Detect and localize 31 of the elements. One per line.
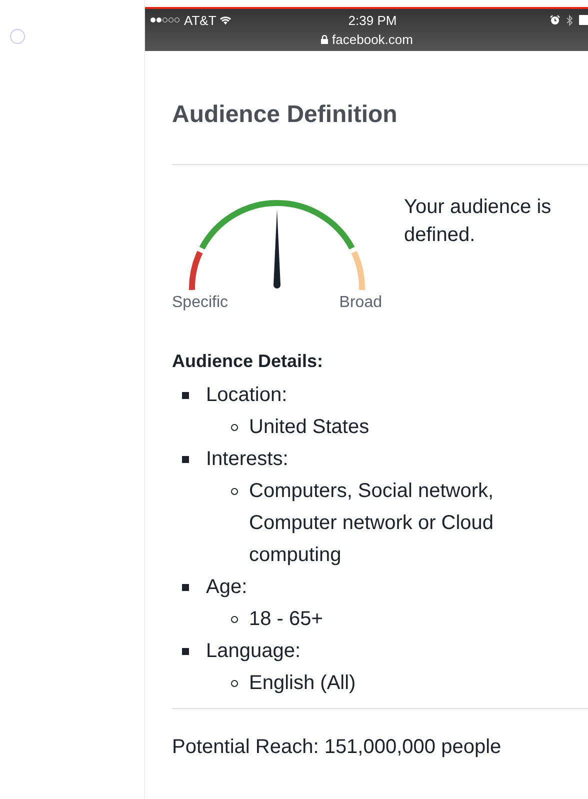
bullet-icon bbox=[182, 392, 189, 399]
bullet-icon bbox=[231, 680, 238, 687]
bullet-icon bbox=[182, 456, 189, 463]
alarm-clock-icon bbox=[550, 15, 560, 25]
status-message: Your audience is defined. bbox=[404, 195, 552, 248]
bullet-icon bbox=[182, 584, 189, 591]
lock-icon bbox=[321, 34, 328, 44]
carrier-name: AT&T bbox=[184, 12, 216, 28]
page-title: Audience Definition bbox=[172, 100, 398, 130]
signal-icon bbox=[150, 17, 180, 23]
detail-label: Language: bbox=[206, 639, 301, 664]
bullet-icon bbox=[231, 488, 238, 495]
detail-value: Computers, Social network, Computer network or Cloud computing bbox=[249, 479, 495, 568]
detail-value: English (All) bbox=[249, 671, 357, 696]
circle-icon bbox=[10, 29, 25, 44]
detail-value: United States bbox=[249, 415, 370, 440]
bullet-icon bbox=[182, 648, 189, 655]
clock-time: 2:39 PM bbox=[348, 12, 397, 28]
gauge-label: Broad bbox=[339, 293, 382, 313]
detail-value: 18 - 65+ bbox=[249, 607, 324, 632]
detail-label: Interests: bbox=[206, 447, 288, 472]
potential-reach: Potential Reach: 151,000,000 people bbox=[172, 735, 502, 760]
gauge-label: Specific bbox=[172, 293, 228, 313]
wifi-icon bbox=[220, 16, 232, 24]
bluetooth-icon bbox=[566, 14, 573, 26]
bullet-icon bbox=[231, 424, 238, 431]
section-heading: Audience Details: bbox=[172, 350, 324, 373]
detail-label: Location: bbox=[206, 383, 288, 408]
bullet-icon bbox=[231, 616, 238, 623]
detail-label: Age: bbox=[206, 575, 248, 600]
page-url: facebook.com bbox=[332, 32, 413, 46]
